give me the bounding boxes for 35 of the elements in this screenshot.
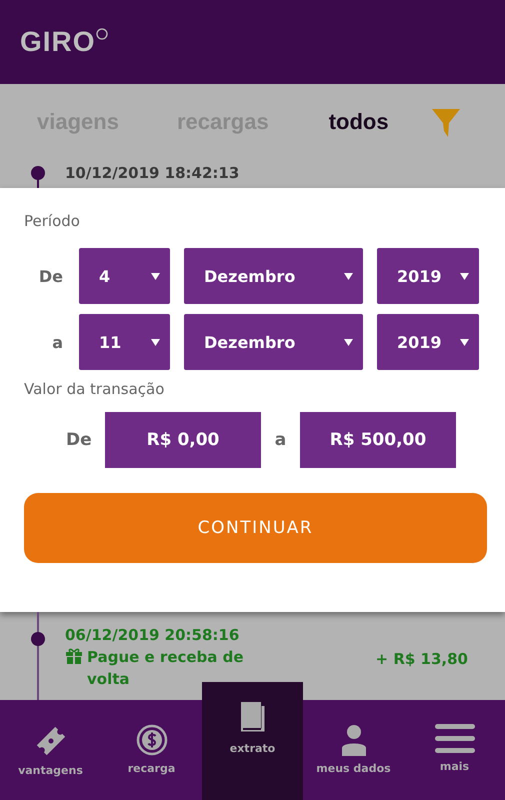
period-label: Período [24, 212, 81, 232]
nav-item[interactable]: extrato [202, 682, 303, 800]
date-range-label: a [51, 332, 64, 352]
max-value-field[interactable]: R$ 500,00 [300, 412, 456, 468]
day-dropdown[interactable]: 11 [79, 314, 170, 370]
transaction-datetime: 06/12/2019 20:58:16 [65, 626, 240, 644]
nav-item[interactable]: meus dados [303, 700, 404, 800]
value-range-label: a [274, 430, 288, 450]
transaction-value-label: Valor da transação [24, 380, 166, 400]
transaction-datetime: 10/12/2019 18:42:13 [65, 163, 240, 184]
caret-icon [460, 272, 469, 280]
filter-tab[interactable]: todos [328, 109, 389, 135]
menu-icon [434, 724, 474, 754]
nav-item[interactable]: recarga [101, 700, 202, 800]
year-dropdown[interactable]: 2019 [377, 248, 479, 304]
dollar-coin-icon [136, 724, 168, 756]
timeline-dot-icon [31, 632, 45, 646]
day-dropdown[interactable]: 4 [79, 248, 170, 304]
transaction-amount: + R$ 13,80 [376, 650, 468, 668]
caret-icon [344, 338, 353, 346]
value-range-label: De [66, 430, 93, 450]
logo: GIRO [20, 26, 96, 58]
caret-icon [344, 272, 353, 280]
nav-item[interactable]: mais [404, 700, 505, 800]
nav-item[interactable]: vantagens [0, 700, 101, 800]
gift-icon [65, 648, 83, 664]
month-dropdown[interactable]: Dezembro [184, 314, 363, 370]
year-dropdown[interactable]: 2019 [377, 314, 479, 370]
date-range-label: De [38, 266, 64, 286]
caret-icon [151, 338, 160, 346]
caret-icon [460, 338, 469, 346]
caret-icon [151, 272, 160, 280]
month-dropdown[interactable]: Dezembro [184, 248, 363, 304]
min-value-field[interactable]: R$ 0,00 [105, 412, 261, 468]
person-icon [340, 724, 366, 756]
